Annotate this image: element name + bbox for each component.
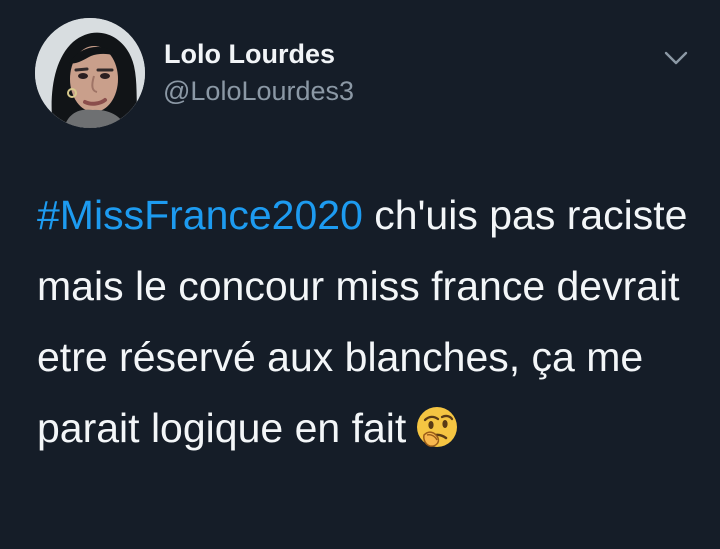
hashtag-link[interactable]: #MissFrance2020 (37, 192, 363, 238)
tweet-text: #MissFrance2020 ch'uis pas raciste mais … (37, 180, 697, 464)
thinking-face-icon (414, 401, 460, 447)
display-name[interactable]: Lolo Lourdes (164, 39, 335, 69)
username-handle[interactable]: @LoloLourdes3 (163, 76, 354, 106)
profile-photo (35, 18, 145, 128)
chevron-down-icon[interactable] (662, 48, 690, 68)
avatar[interactable] (35, 18, 145, 128)
tweet-card: Lolo Lourdes @LoloLourdes3 #MissFrance20… (0, 0, 720, 549)
